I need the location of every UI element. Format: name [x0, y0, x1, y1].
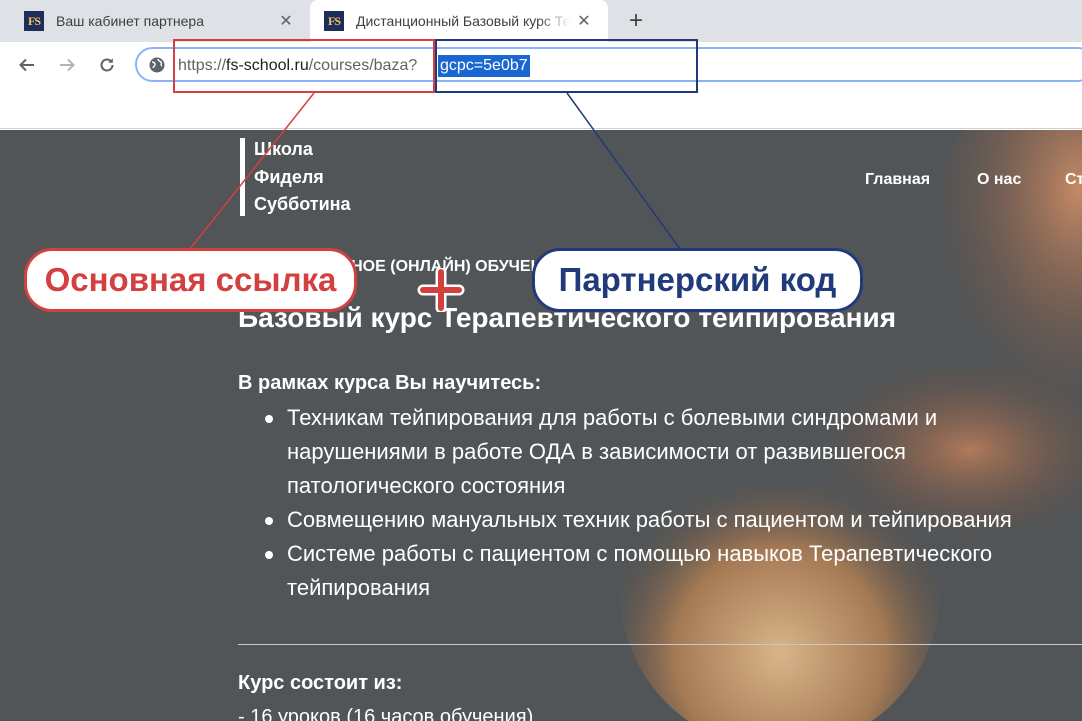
- arrow-left-icon: [19, 58, 34, 72]
- partner-code-highlight: [435, 39, 698, 93]
- site-favicon-icon: FS: [24, 11, 44, 31]
- partner-code-callout: Партнерский код: [532, 248, 863, 312]
- logo-line[interactable]: Субботина: [254, 194, 351, 215]
- forward-button[interactable]: [53, 51, 81, 79]
- new-tab-button[interactable]: +: [622, 7, 650, 35]
- main-link-callout: Основная ссылка: [24, 248, 357, 312]
- reload-button[interactable]: [93, 51, 121, 79]
- nav-item-home[interactable]: Главная: [865, 171, 930, 189]
- course-page: Школа Фиделя Субботина Главная О нас Ст …: [0, 130, 1082, 721]
- logo-line[interactable]: Фиделя: [254, 167, 324, 188]
- reload-icon: [100, 58, 114, 72]
- logo-bar: [240, 138, 245, 216]
- tab-title: Дистанционный Базовый курс Терапевтическ…: [356, 13, 570, 29]
- arrow-right-icon: [60, 58, 75, 72]
- nav-item-about[interactable]: О нас: [977, 171, 1021, 189]
- site-favicon-icon: FS: [324, 11, 344, 31]
- course-structure-heading: Курс состоит из:: [238, 672, 403, 694]
- learn-list: Техникам тейпирования для работы с болев…: [238, 401, 1058, 605]
- list-item: Системе работы с пациентом с помощью нав…: [238, 537, 1058, 605]
- learn-heading: В рамках курса Вы научитесь:: [238, 372, 542, 394]
- close-tab-icon[interactable]: ✕: [272, 7, 300, 35]
- tab-course-page[interactable]: FS Дистанционный Базовый курс Терапевтич…: [310, 0, 608, 42]
- back-button[interactable]: [13, 51, 41, 79]
- globe-icon: [149, 57, 165, 73]
- list-item: Совмещению мануальных техник работы с па…: [238, 503, 1058, 537]
- tab-strip: FS Ваш кабинет партнера ✕ FS Дистанционн…: [0, 0, 1082, 42]
- nav-item-more[interactable]: Ст: [1065, 171, 1082, 189]
- divider: [238, 644, 1082, 645]
- list-item: Техникам тейпирования для работы с болев…: [238, 401, 1058, 503]
- logo-line[interactable]: Школа: [254, 139, 313, 160]
- close-tab-icon[interactable]: ✕: [570, 7, 598, 35]
- tab-partner-cabinet[interactable]: FS Ваш кабинет партнера ✕: [0, 0, 310, 42]
- main-link-highlight: [173, 39, 435, 93]
- course-structure-item: - 16 уроков (16 часов обучения): [238, 706, 534, 721]
- plus-icon: [417, 268, 465, 312]
